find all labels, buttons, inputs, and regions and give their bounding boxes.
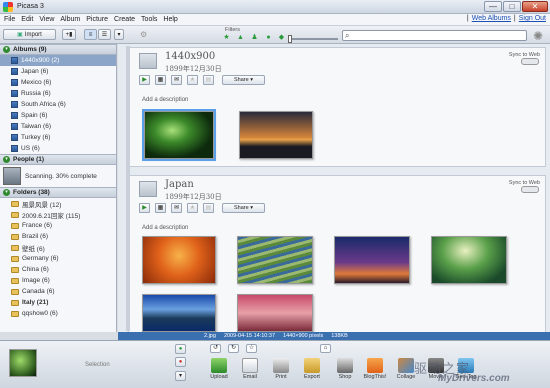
watermark-url: MyDrivers.com (438, 373, 510, 384)
watermark: 驱动之家 MyDrivers.com (0, 0, 550, 388)
